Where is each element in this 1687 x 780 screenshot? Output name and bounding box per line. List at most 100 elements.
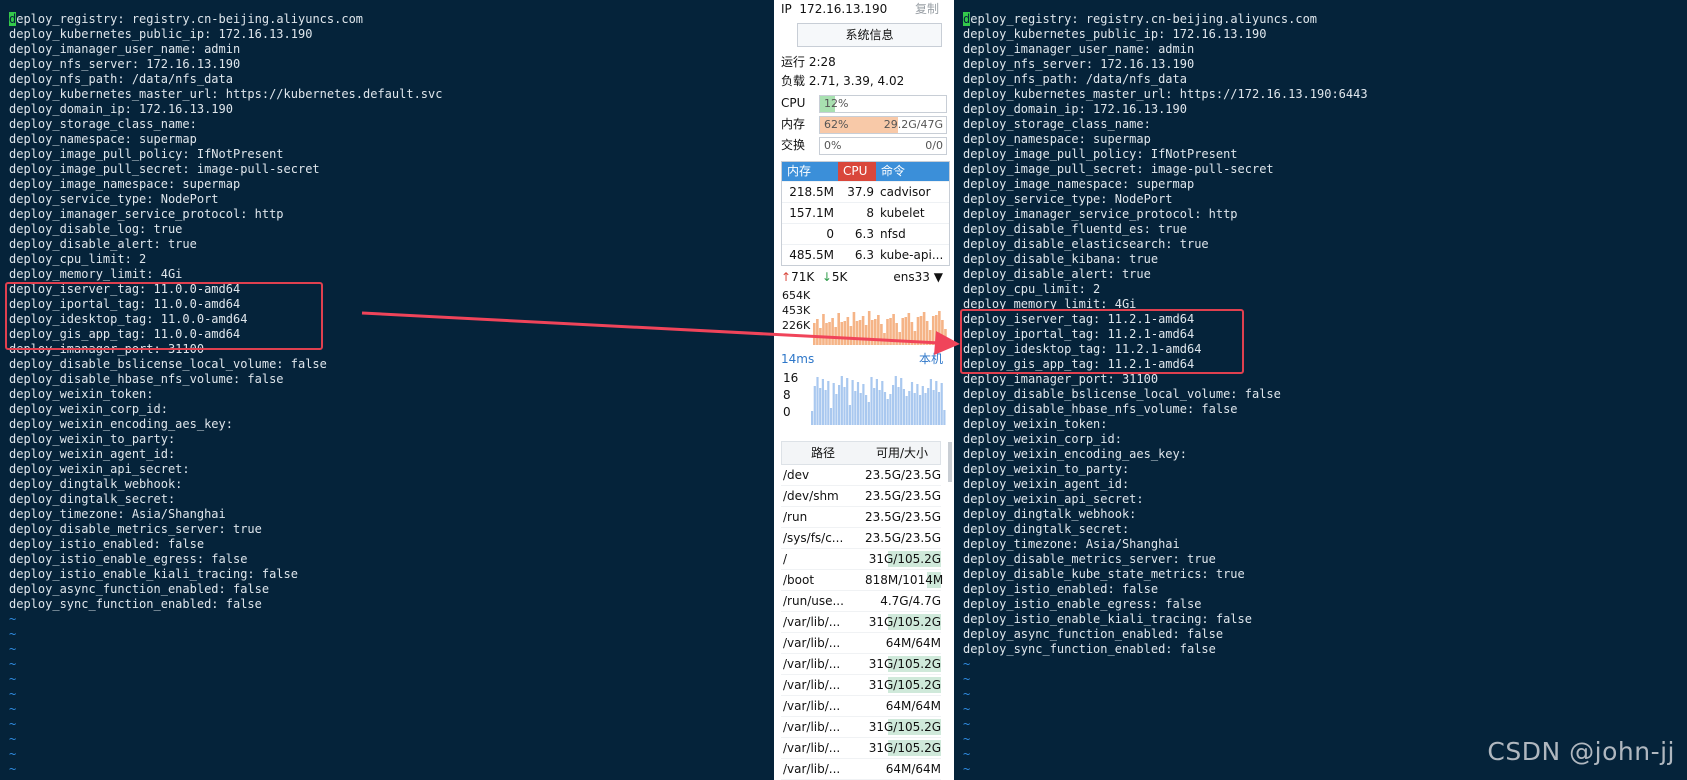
- disk-size-cell: 4.7G/4.7G: [865, 591, 941, 611]
- right_terminal-line: deploy_disable_fluentd_es: true: [963, 222, 1187, 236]
- disk-size-cell: 64M/64M: [865, 759, 941, 779]
- proc-header-cpu[interactable]: CPU: [838, 162, 876, 181]
- load-average: 负载 2.71, 3.39, 4.02: [781, 74, 905, 88]
- net-bar: [913, 331, 917, 345]
- right_terminal-line: deploy_service_type: NodePort: [963, 192, 1173, 206]
- right_terminal-line: deploy_weixin_token:: [963, 417, 1108, 431]
- process-row[interactable]: 0 6.3 nfsd: [782, 223, 949, 244]
- mem-percent: 62%: [824, 118, 849, 131]
- ping-bar: [943, 410, 946, 425]
- right_terminal-line: deploy_istio_enable_egress: false: [963, 597, 1202, 611]
- disk-size-cell: 818M/1014M: [865, 570, 943, 590]
- ip-label: IP: [781, 2, 792, 16]
- disk-size-cell: 31G/105.2G: [865, 738, 941, 758]
- right_terminal-line: deploy_imanager_user_name: admin: [963, 42, 1195, 56]
- empty-line-tilde: ~: [9, 687, 17, 701]
- process-row[interactable]: 218.5M 37.9 cadvisor: [782, 181, 949, 202]
- net-bar: [840, 322, 844, 345]
- cursor: d: [963, 12, 971, 26]
- disk-row[interactable]: /var/lib/... 31G/105.2G: [781, 612, 941, 633]
- empty-line-tilde: ~: [963, 672, 971, 686]
- proc-header-cmd[interactable]: 命令: [876, 162, 949, 181]
- ping-bar: [821, 379, 824, 425]
- disk-row[interactable]: /var/lib/... 64M/64M: [781, 633, 941, 654]
- left_terminal-line: deploy_image_pull_secret: image-pull-sec…: [9, 162, 320, 176]
- empty-line-tilde: ~: [9, 612, 17, 626]
- left_terminal-line: deploy_imanager_user_name: admin: [9, 42, 241, 56]
- left_terminal-line: deploy_sync_function_enabled: false: [9, 597, 262, 611]
- system-info-button[interactable]: 系统信息: [797, 23, 942, 47]
- ping-bar: [892, 385, 895, 425]
- disk-row[interactable]: /var/lib/... 31G/105.2G: [781, 675, 941, 696]
- disk-row[interactable]: /var/lib/... 31G/105.2G: [781, 717, 941, 738]
- interface-select[interactable]: ens33 ▼: [893, 268, 943, 286]
- right_terminal-line: deploy_disable_alert: true: [963, 267, 1151, 281]
- disk-row[interactable]: /sys/fs/c... 23.5G/23.5G: [781, 528, 941, 549]
- disk-row[interactable]: /var/lib/... 31G/105.2G: [781, 738, 941, 759]
- process-cmd: kube-api...: [880, 248, 944, 262]
- net-bar: [864, 325, 868, 345]
- disk-size: 23.5G/23.5G: [865, 531, 942, 545]
- right_terminal-line: deploy_imanager_service_protocol: http: [963, 207, 1238, 221]
- ping-bar: [875, 379, 878, 425]
- net-bar: [837, 313, 840, 345]
- left_terminal-line: deploy_nfs_server: 172.16.13.190: [9, 57, 241, 71]
- disk-size-cell: 23.5G/23.5G: [865, 486, 941, 506]
- disk-header-size[interactable]: 可用/大小: [864, 442, 940, 464]
- swap-label: 交换: [781, 138, 806, 152]
- disk-path: /var/lib/...: [783, 720, 841, 734]
- right_terminal-line: deploy_disable_kibana: true: [963, 252, 1159, 266]
- left_terminal-line: deploy_kubernetes_public_ip: 172.16.13.1…: [9, 27, 313, 41]
- left_terminal-line: deploy_weixin_encoding_aes_key:: [9, 417, 233, 431]
- disk-size: 64M/64M: [885, 636, 941, 650]
- disk-row[interactable]: /dev 23.5G/23.5G: [781, 465, 941, 486]
- disk-row[interactable]: /dev/shm 23.5G/23.5G: [781, 486, 941, 507]
- mem-meter-row: 内存 62% 29.2G/47G: [781, 115, 947, 134]
- proc-header-mem[interactable]: 内存: [782, 162, 838, 181]
- process-cmd: cadvisor: [880, 185, 931, 199]
- disk-header-path[interactable]: 路径: [782, 442, 864, 464]
- disk-row[interactable]: /run 23.5G/23.5G: [781, 507, 941, 528]
- disk-row[interactable]: / 31G/105.2G: [781, 549, 941, 570]
- process-row[interactable]: 157.1M 8 kubelet: [782, 202, 949, 223]
- right-terminal[interactable]: deploy_registry: registry.cn-beijing.ali…: [954, 0, 1687, 780]
- net-bar: [938, 311, 941, 345]
- disk-path: /var/lib/...: [783, 636, 841, 650]
- ping-bar: [838, 385, 841, 425]
- right_terminal-line: deploy_iserver_tag: 11.2.1-amd64: [963, 312, 1195, 326]
- ping-bar: [924, 393, 927, 425]
- mem-size: 29.2G/47G: [883, 118, 943, 131]
- ping-bar: [813, 386, 816, 425]
- net-bar: [895, 323, 898, 345]
- monitor-scrollbar[interactable]: [948, 442, 952, 482]
- disk-size-cell: 31G/105.2G: [865, 717, 941, 737]
- net-bar: [883, 333, 886, 345]
- empty-line-tilde: ~: [9, 732, 17, 746]
- ping-bar: [835, 394, 838, 425]
- ping-target[interactable]: 本机: [919, 350, 943, 368]
- ping-bar: [851, 380, 854, 425]
- ping-bar: [940, 383, 943, 425]
- disk-size-cell: 31G/105.2G: [865, 612, 941, 632]
- disk-row[interactable]: /var/lib/... 31G/105.2G: [781, 654, 941, 675]
- left-terminal[interactable]: deploy_registry: registry.cn-beijing.ali…: [0, 0, 774, 780]
- disk-row[interactable]: /run/use... 4.7G/4.7G: [781, 591, 941, 612]
- ping-bar: [843, 387, 846, 425]
- disk-size: 31G/105.2G: [868, 720, 941, 734]
- disk-row[interactable]: /var/lib/... 64M/64M: [781, 696, 941, 717]
- net-bar: [880, 324, 883, 345]
- left_terminal-line: deploy_kubernetes_master_url: https://ku…: [9, 87, 443, 101]
- left_terminal-line: deploy_disable_bslicense_local_volume: f…: [9, 357, 327, 371]
- net-bar: [935, 315, 938, 345]
- disk-row[interactable]: /boot 818M/1014M: [781, 570, 943, 591]
- disk-rows: /dev 23.5G/23.5G/dev/shm 23.5G/23.5G/run 23…: [781, 465, 943, 780]
- disk-row[interactable]: /var/lib/... 64M/64M: [781, 759, 941, 780]
- net-bar: [925, 321, 929, 345]
- process-row[interactable]: 485.5M 6.3 kube-api...: [782, 244, 949, 265]
- disk-path: /sys/fs/c...: [783, 531, 844, 545]
- disk-path: /run: [783, 510, 808, 524]
- copy-button[interactable]: 复制: [915, 0, 939, 18]
- disk-path: /dev/shm: [783, 489, 839, 503]
- left_terminal-line: deploy_dingtalk_secret:: [9, 492, 176, 506]
- net-bar: [849, 326, 853, 345]
